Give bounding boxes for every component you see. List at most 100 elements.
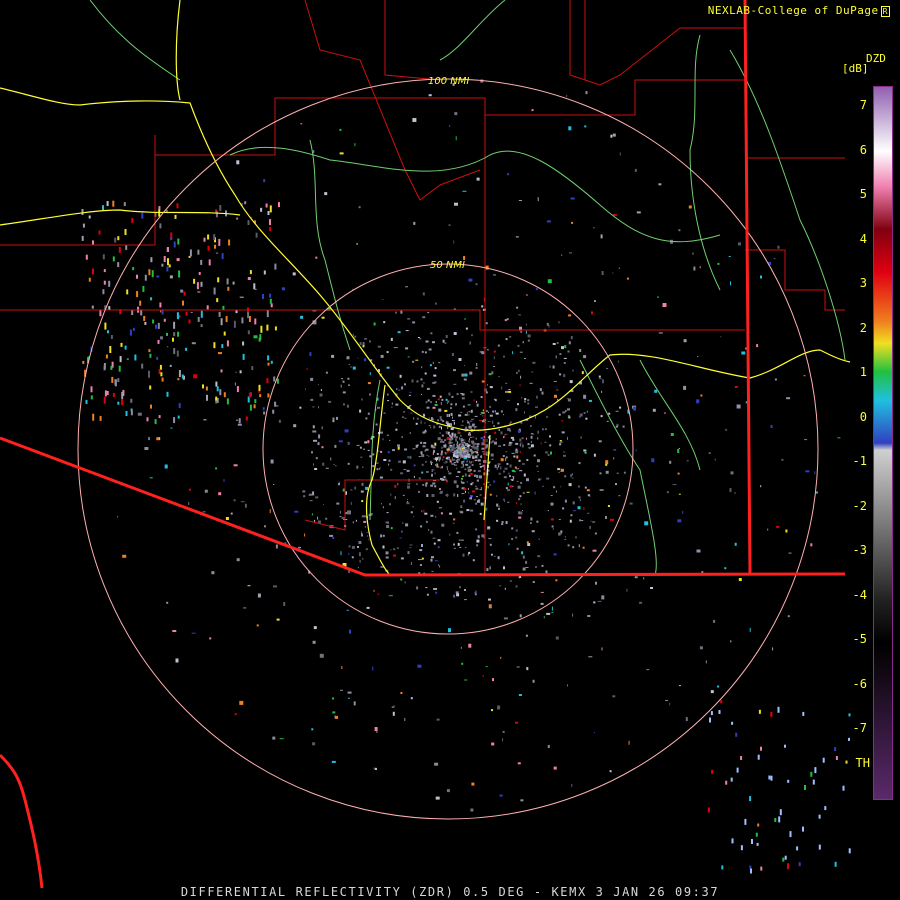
echo-pixel	[453, 493, 456, 497]
echo-pixel	[778, 816, 781, 823]
echo-pixel	[705, 660, 707, 664]
echo-pixel	[558, 471, 560, 473]
echo-pixel	[437, 546, 440, 549]
echo-pixel	[508, 472, 510, 475]
echo-pixel	[167, 346, 169, 348]
echo-pixel	[741, 351, 746, 355]
echo-pixel	[346, 356, 350, 360]
echo-pixel	[420, 378, 423, 381]
echo-pixel	[361, 482, 364, 486]
echo-pixel	[460, 511, 464, 514]
echo-pixel	[242, 353, 245, 360]
echo-pixel	[433, 588, 438, 590]
echo-pixel	[382, 506, 384, 509]
echo-pixel	[568, 126, 572, 131]
echo-pixel	[450, 407, 452, 410]
echo-pixel	[488, 528, 491, 530]
echo-pixel	[481, 351, 485, 355]
echo-pixel	[112, 200, 115, 207]
echo-pixel	[373, 589, 375, 592]
echo-pixel	[476, 443, 480, 446]
echo-pixel	[430, 484, 434, 487]
echo-pixel	[396, 388, 398, 390]
echo-pixel	[454, 464, 457, 466]
echo-pixel	[451, 458, 455, 461]
echo-pixel	[314, 468, 318, 470]
echo-pixel	[236, 419, 238, 421]
echo-pixel	[572, 613, 574, 617]
echo-pixel	[605, 460, 609, 465]
echo-pixel	[272, 736, 276, 740]
echo-pixel	[85, 399, 88, 404]
echo-pixel	[461, 373, 465, 377]
echo-pixel	[439, 395, 442, 398]
echo-pixel	[149, 477, 153, 479]
echo-pixel	[593, 732, 595, 733]
echo-pixel	[498, 445, 502, 447]
echo-pixel	[130, 410, 133, 416]
echo-pixel	[392, 449, 395, 452]
echo-pixel	[493, 274, 496, 276]
echo-pixel	[382, 545, 385, 549]
echo-pixel	[432, 452, 434, 455]
echo-pixel	[433, 374, 437, 377]
echo-pixel	[344, 429, 349, 433]
echo-pixel	[263, 179, 266, 183]
echo-pixel	[444, 342, 447, 344]
echo-pixel	[455, 438, 457, 441]
echo-pixel	[367, 382, 371, 385]
echo-pixel	[400, 578, 403, 581]
echo-pixel	[450, 449, 452, 453]
echo-pixel	[185, 347, 188, 351]
echo-pixel	[148, 437, 150, 441]
echo-pixel	[519, 351, 523, 353]
echo-pixel	[586, 410, 588, 413]
echo-pixel	[431, 445, 434, 448]
echo-pixel	[559, 443, 562, 446]
echo-pixel	[325, 467, 329, 469]
echo-pixel	[420, 441, 423, 444]
echo-pixel	[460, 539, 464, 541]
echo-pixel	[218, 352, 222, 355]
echo-pixel	[390, 493, 392, 496]
echo-pixel	[628, 740, 630, 745]
echo-pixel	[380, 534, 383, 538]
echo-pixel	[619, 152, 621, 156]
echo-pixel	[180, 289, 184, 293]
echo-pixel	[561, 420, 564, 422]
echo-pixel	[340, 384, 342, 388]
echo-pixel	[148, 349, 151, 353]
echo-pixel	[601, 595, 605, 600]
echo-pixel	[464, 373, 468, 377]
echo-pixel	[449, 512, 453, 515]
echo-pixel	[444, 478, 447, 481]
echo-pixel	[546, 220, 551, 223]
echo-pixel	[618, 267, 620, 269]
echo-pixel	[530, 444, 534, 448]
echo-pixel	[529, 382, 533, 384]
echo-pixel	[728, 256, 731, 257]
echo-pixel	[203, 237, 206, 242]
echo-pixel	[470, 448, 473, 451]
echo-pixel	[589, 526, 591, 529]
echo-pixel	[373, 322, 376, 326]
echo-pixel	[734, 542, 737, 546]
echo-pixel	[466, 481, 468, 483]
echo-pixel	[253, 404, 256, 409]
echo-pixel	[422, 483, 425, 486]
echo-pixel	[491, 742, 495, 746]
echo-pixel	[92, 268, 94, 275]
echo-pixel	[322, 462, 325, 466]
echo-pixel	[218, 311, 221, 317]
echo-pixel	[163, 256, 166, 262]
echo-pixel	[579, 499, 581, 502]
echo-pixel	[446, 789, 450, 793]
echo-pixel	[508, 442, 512, 445]
echo-pixel	[216, 252, 219, 254]
echo-pixel	[528, 448, 531, 449]
echo-pixel	[412, 118, 417, 122]
echo-pixel	[470, 453, 473, 457]
echo-pixel	[549, 435, 551, 438]
echo-pixel	[503, 444, 506, 446]
echo-pixel	[215, 396, 218, 401]
